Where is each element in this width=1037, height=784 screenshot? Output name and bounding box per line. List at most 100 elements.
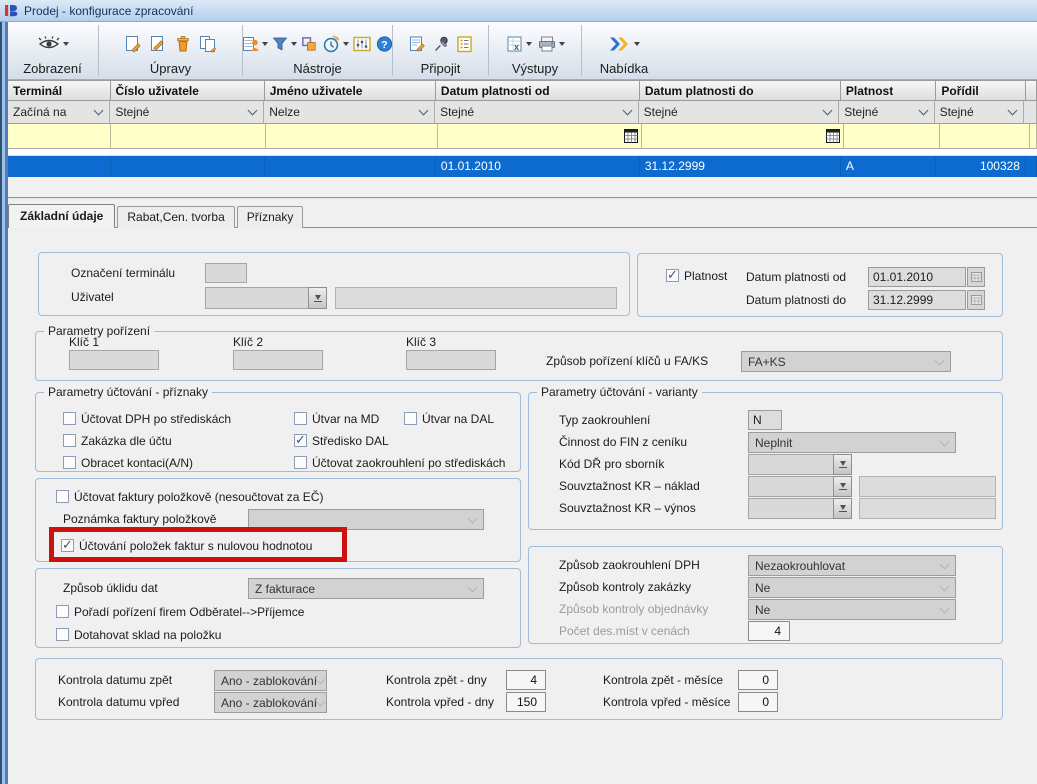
chevron-down-icon (468, 582, 478, 592)
cell-datum-do[interactable]: 31.12.2999 (640, 156, 841, 177)
tasks-button[interactable] (454, 34, 475, 54)
filter-select-poridil[interactable]: Stejné (935, 101, 1024, 124)
column-header-poridil[interactable]: Pořídil (936, 80, 1026, 101)
toolbar-group-label: Nabídka (600, 61, 648, 77)
attach-note-button[interactable] (406, 34, 428, 54)
checkbox-box (294, 456, 307, 469)
checkbox-utvar-md[interactable]: Útvar na MD (294, 411, 379, 426)
tab-priznaky[interactable]: Příznaky (237, 206, 304, 228)
filter-value: Začíná na (13, 105, 66, 119)
excel-export-button[interactable]: x (504, 34, 533, 54)
copy-record-button[interactable] (197, 34, 219, 54)
checkbox-uctovat-faktury-polozkove[interactable]: Účtovat faktury položkově (nesoučtovat z… (56, 489, 323, 504)
tab-zakladni-udaje[interactable]: Základní údaje (8, 204, 115, 228)
datum-platnosti-do-label: Datum platnosti do (746, 293, 846, 307)
print-button[interactable] (536, 34, 566, 54)
cell-terminal[interactable] (8, 156, 111, 177)
cell-jmeno-uzivatele[interactable] (265, 156, 436, 177)
checkbox-label: Středisko DAL (312, 434, 389, 448)
datum-do-calendar-button[interactable] (967, 290, 985, 310)
cell-poridil[interactable]: 100328 (936, 156, 1026, 177)
filter-select-terminal[interactable]: Začíná na (8, 101, 110, 124)
kontrola-datumu-vpred-label: Kontrola datumu vpřed (58, 695, 179, 709)
kontrola-zpet-dny-field[interactable]: 4 (506, 670, 546, 690)
column-header-platnost[interactable]: Platnost (841, 80, 937, 101)
column-header-extra (1026, 80, 1037, 101)
filter-select-datum-do[interactable]: Stejné (639, 101, 840, 124)
search-input-datum-do[interactable] (642, 124, 844, 149)
filter-value: Stejné (440, 105, 474, 119)
group-title: Parametry pořízení (44, 324, 154, 338)
edit-record-button[interactable] (147, 34, 169, 54)
merge-button[interactable] (299, 34, 319, 54)
filter-button[interactable] (270, 34, 298, 53)
calendar-icon[interactable] (826, 129, 840, 143)
column-header-terminal[interactable]: Terminál (8, 80, 111, 101)
cell-platnost[interactable]: A (841, 156, 937, 177)
delete-record-button[interactable] (172, 34, 194, 54)
zpusob-kontroly-objednavky-label: Způsob kontroly objednávky (559, 602, 708, 616)
combo-value: Neplnit (755, 436, 792, 450)
checkbox-zakazka-dle-uctu[interactable]: Zakázka dle účtu (63, 433, 172, 448)
chevron-down-icon (419, 106, 429, 116)
new-record-button[interactable] (122, 34, 144, 54)
checkbox-stredisko-dal[interactable]: Středisko DAL (294, 433, 389, 448)
checkbox-label: Dotahovat sklad na položku (74, 628, 221, 642)
search-input-cislo-uzivatele[interactable] (111, 124, 266, 149)
filter-select-datum-od[interactable]: Stejné (435, 101, 639, 124)
parameters-button[interactable] (351, 34, 373, 54)
checkbox-utvar-dal[interactable]: Útvar na DAL (404, 411, 494, 426)
checkbox-obracet-kontaci[interactable]: Obracet kontaci(A/N) (63, 455, 193, 470)
toolbar-separator (488, 25, 489, 76)
column-header-jmeno-uzivatele[interactable]: Jméno uživatele (265, 80, 436, 101)
kontrola-datumu-zpet-label: Kontrola datumu zpět (58, 673, 172, 687)
search-input-platnost[interactable] (844, 124, 940, 149)
filter-select-platnost[interactable]: Stejné (839, 101, 934, 124)
svg-text:?: ? (381, 39, 387, 50)
column-header-datum-do[interactable]: Datum platnosti do (640, 80, 841, 101)
group-kontrola-datumu: Kontrola datumu zpět Ano - zablokování K… (35, 658, 1003, 720)
checkbox-uctovat-zaokrouhleni[interactable]: Účtovat zaokrouhlení po střediskách (294, 455, 505, 470)
calendar-icon[interactable] (624, 129, 638, 143)
filter-icon (271, 35, 289, 52)
kontrola-zpet-mesice-field[interactable]: 0 (738, 670, 778, 690)
search-input-datum-od[interactable] (438, 124, 643, 149)
history-clock-button[interactable] (320, 33, 350, 54)
filter-value: Stejné (644, 105, 678, 119)
checkbox-label: Útvar na MD (312, 412, 379, 426)
datum-platnosti-od-field[interactable]: 01.01.2010 (868, 267, 966, 287)
kontrola-vpred-mesice-field[interactable]: 0 (738, 692, 778, 712)
filter-select-jmeno-uzivatele[interactable]: Nelze (264, 101, 435, 124)
chevron-down-icon (940, 559, 950, 569)
column-header-cislo-uzivatele[interactable]: Číslo uživatele (111, 80, 265, 101)
search-input-poridil[interactable] (940, 124, 1030, 149)
filter-select-cislo-uzivatele[interactable]: Stejné (110, 101, 264, 124)
combo-value: Z fakturace (255, 582, 315, 596)
view-button[interactable] (36, 35, 70, 53)
tab-rabat-cen-tvorba[interactable]: Rabat,Cen. tvorba (117, 206, 234, 228)
datum-od-calendar-button[interactable] (967, 267, 985, 287)
window-left-border (0, 22, 8, 784)
uzivatel-label: Uživatel (71, 290, 114, 304)
checkbox-dotahovat-sklad[interactable]: Dotahovat sklad na položku (56, 627, 221, 642)
toolbar-group-vystupy: x Výstupy (490, 22, 580, 79)
dropdown-caret-icon (559, 42, 565, 46)
cell-cislo-uzivatele[interactable] (111, 156, 265, 177)
pin-button[interactable] (431, 34, 451, 54)
checkbox-uctovat-dph[interactable]: Účtovat DPH po střediskách (63, 411, 231, 426)
checkbox-box (404, 412, 417, 425)
datum-platnosti-do-field[interactable]: 31.12.2999 (868, 290, 966, 310)
pocet-des-mist-field[interactable]: 4 (748, 621, 790, 641)
menu-button[interactable] (607, 35, 641, 53)
related-records-button[interactable] (240, 34, 269, 54)
search-input-jmeno-uzivatele[interactable] (266, 124, 438, 149)
search-input-terminal[interactable] (8, 124, 111, 149)
kontrola-vpred-dny-field[interactable]: 150 (506, 692, 546, 712)
typ-zaokrouhleni-field[interactable]: N (748, 410, 782, 430)
combo-value: Ano - zablokování (221, 696, 317, 710)
cell-datum-od[interactable]: 01.01.2010 (436, 156, 640, 177)
column-header-datum-od[interactable]: Datum platnosti od (436, 80, 640, 101)
checkbox-poradi-porizeni[interactable]: Pořadí pořízení firem Odběratel-->Příjem… (56, 604, 304, 619)
checkbox-platnost[interactable]: Platnost (666, 268, 727, 283)
selected-row[interactable]: 01.01.2010 31.12.2999 A 100328 (8, 156, 1037, 177)
